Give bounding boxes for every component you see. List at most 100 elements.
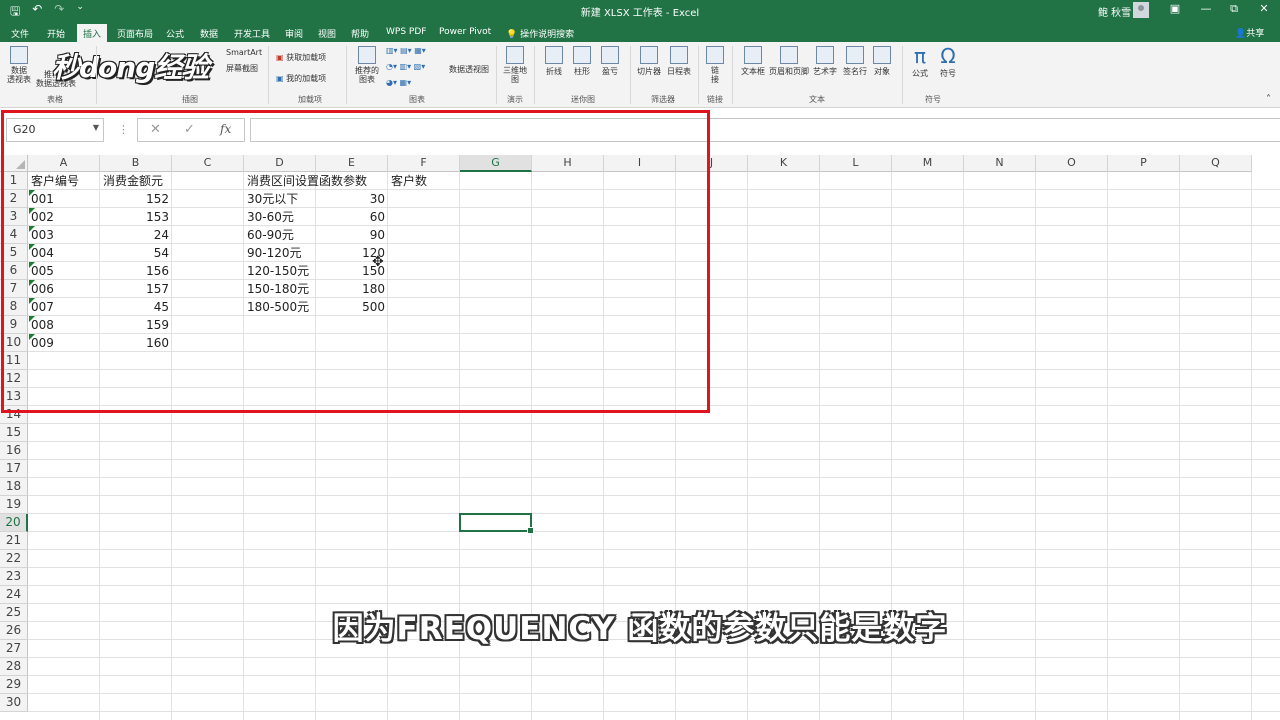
sparkline-winloss-button[interactable]: 盈亏 [596, 46, 624, 77]
row-header-29[interactable]: 29 [0, 676, 28, 694]
grid-line [28, 567, 1280, 568]
globe-link-icon [706, 46, 724, 64]
column-header-l[interactable]: L [820, 155, 892, 172]
tab-data[interactable]: 数据 [194, 24, 224, 42]
my-addins-button[interactable]: ▣ 我的加载项 [276, 73, 326, 84]
screenshot-button[interactable]: 屏幕截图 [226, 63, 258, 74]
signature-line-button[interactable]: 签名行 [840, 46, 870, 77]
close-button[interactable]: ✕ [1254, 2, 1274, 18]
separator [496, 46, 497, 104]
3d-map-button[interactable]: 三维地 图 [500, 46, 530, 84]
smartart-button[interactable]: SmartArt [226, 48, 262, 57]
grid-line [28, 675, 1280, 676]
row-header-23[interactable]: 23 [0, 568, 28, 586]
pi-icon: π [913, 44, 927, 68]
column-header-p[interactable]: P [1108, 155, 1180, 172]
grid-line [28, 549, 1280, 550]
grid-line [28, 459, 1280, 460]
grid-line [28, 477, 1280, 478]
column-chart-icon[interactable]: ▥▾ ▤▾ ▦▾ [386, 46, 426, 55]
slicer-button[interactable]: 切片器 [634, 46, 664, 77]
timeline-button[interactable]: 日程表 [664, 46, 694, 77]
sparkline-line-button[interactable]: 折线 [540, 46, 568, 77]
ribbon: 数据 透视表 推荐的 数据透视表 秒dong经验 表格 SmartArt 屏幕截… [0, 42, 1280, 108]
tab-power-pivot[interactable]: Power Pivot [433, 24, 497, 42]
tab-developer[interactable]: 开发工具 [228, 24, 276, 42]
tab-page-layout[interactable]: 页面布局 [111, 24, 159, 42]
column-header-o[interactable]: O [1036, 155, 1108, 172]
pivot-chart-button[interactable]: 数据透视图 [446, 64, 492, 75]
row-header-22[interactable]: 22 [0, 550, 28, 568]
user-name[interactable]: 鲍 秋雪 [1098, 4, 1131, 19]
separator [698, 46, 699, 104]
grid-line [28, 531, 1280, 532]
active-cell[interactable] [459, 513, 534, 534]
ribbon-display-options-icon[interactable]: ▣ [1165, 2, 1185, 18]
row-header-24[interactable]: 24 [0, 586, 28, 604]
wordart-icon [816, 46, 834, 64]
row-header-19[interactable]: 19 [0, 496, 28, 514]
separator [96, 46, 97, 104]
row-header-21[interactable]: 21 [0, 532, 28, 550]
group-tables: 表格 [47, 95, 63, 104]
restore-button[interactable]: ⧉ [1224, 2, 1244, 18]
link-button[interactable]: 链 接 [702, 46, 728, 84]
separator [346, 46, 347, 104]
omega-icon: Ω [940, 44, 956, 68]
row-header-17[interactable]: 17 [0, 460, 28, 478]
tab-file[interactable]: 文件 [5, 24, 35, 42]
column-header-m[interactable]: M [892, 155, 964, 172]
get-addins-button[interactable]: ▣ 获取加载项 [276, 52, 326, 63]
watermark-logo: 秒dong经验 [52, 51, 209, 84]
row-header-30[interactable]: 30 [0, 694, 28, 712]
tell-me-search[interactable]: 💡 操作说明搜索 [500, 24, 580, 42]
pivot-table-button[interactable]: 数据 透视表 [4, 46, 34, 84]
tab-formulas[interactable]: 公式 [160, 24, 190, 42]
tab-insert[interactable]: 插入 [77, 24, 108, 42]
row-header-20[interactable]: 20 [0, 514, 28, 532]
tab-wps-pdf[interactable]: WPS PDF [380, 24, 432, 42]
wordart-button[interactable]: 艺术字 [810, 46, 840, 77]
row-header-18[interactable]: 18 [0, 478, 28, 496]
group-illustrations: 插图 [182, 95, 198, 104]
group-tours: 演示 [507, 95, 523, 104]
symbol-button[interactable]: Ω 符号 [934, 44, 962, 79]
share-button[interactable]: 👤共享 [1235, 26, 1264, 39]
pivot-table-icon [10, 46, 28, 64]
row-header-15[interactable]: 15 [0, 424, 28, 442]
object-button[interactable]: 对象 [868, 46, 896, 77]
column-header-n[interactable]: N [964, 155, 1036, 172]
collapse-ribbon-icon[interactable]: ˄ [1266, 94, 1271, 105]
tab-view[interactable]: 视图 [312, 24, 342, 42]
row-header-16[interactable]: 16 [0, 442, 28, 460]
minimize-button[interactable]: — [1196, 2, 1216, 18]
tab-help[interactable]: 帮助 [345, 24, 375, 42]
grid-line [28, 585, 1280, 586]
object-icon [873, 46, 891, 64]
column-header-q[interactable]: Q [1180, 155, 1252, 172]
group-addins: 加载项 [298, 95, 322, 104]
recommended-charts-icon [358, 46, 376, 64]
ribbon-tabs: 文件 开始 插入 页面布局 公式 数据 开发工具 审阅 视图 帮助 WPS PD… [0, 20, 1280, 42]
line-chart-icon[interactable]: ◔▾ ▥▾ ▧▾ [386, 62, 425, 71]
sparkline-column-button[interactable]: 柱形 [568, 46, 596, 77]
title-bar: 🖫 ↶ ↷ ⌄ 新建 XLSX 工作表 - Excel 鲍 秋雪 ▣ — ⧉ ✕ [0, 0, 1280, 20]
pie-chart-icon[interactable]: ◕▾ ▦▾ [386, 78, 411, 87]
tab-review[interactable]: 审阅 [279, 24, 309, 42]
group-symbols: 符号 [925, 95, 941, 104]
separator [534, 46, 535, 104]
avatar[interactable] [1133, 2, 1149, 18]
grid-line [28, 441, 1280, 442]
group-text: 文本 [809, 95, 825, 104]
recommended-charts-button[interactable]: 推荐的 图表 [352, 46, 382, 84]
header-footer-button[interactable]: 页眉和页脚 [768, 46, 810, 77]
equation-button[interactable]: π 公式 [906, 44, 934, 79]
column-header-k[interactable]: K [748, 155, 820, 172]
row-header-28[interactable]: 28 [0, 658, 28, 676]
tab-home[interactable]: 开始 [41, 24, 71, 42]
store-icon: ▣ [276, 53, 284, 62]
group-filters: 筛选器 [651, 95, 675, 104]
grid-line [28, 495, 1280, 496]
textbox-button[interactable]: 文本框 [738, 46, 768, 77]
group-sparklines: 迷你图 [571, 95, 595, 104]
